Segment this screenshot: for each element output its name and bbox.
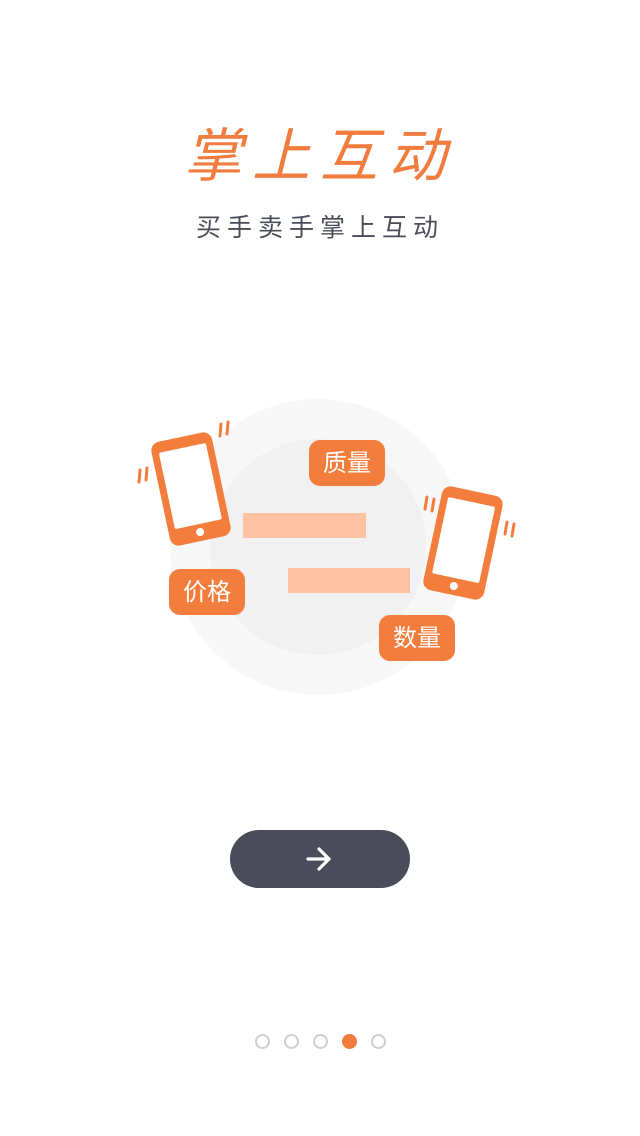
next-button[interactable] [230,830,410,888]
tag-price: 价格 [169,569,245,615]
message-bar-bottom [288,568,410,593]
interaction-illustration: 质量 价格 数量 [0,380,640,720]
page-dot-5[interactable] [370,1034,386,1049]
page-dot-1[interactable] [254,1034,270,1049]
page-indicator [0,1034,640,1050]
tag-quality: 质量 [309,440,385,486]
page-title: 掌上互动 [183,122,456,190]
page-subtitle: 买手卖手掌上互动 [195,213,444,242]
arrow-right-icon [306,847,331,871]
page-dot-3[interactable] [312,1034,328,1049]
message-bar-top [243,513,366,538]
tag-quantity: 数量 [379,615,455,661]
page-dot-2[interactable] [283,1034,299,1049]
page-dot-4[interactable] [341,1034,357,1049]
illustration-graphic [137,399,516,695]
